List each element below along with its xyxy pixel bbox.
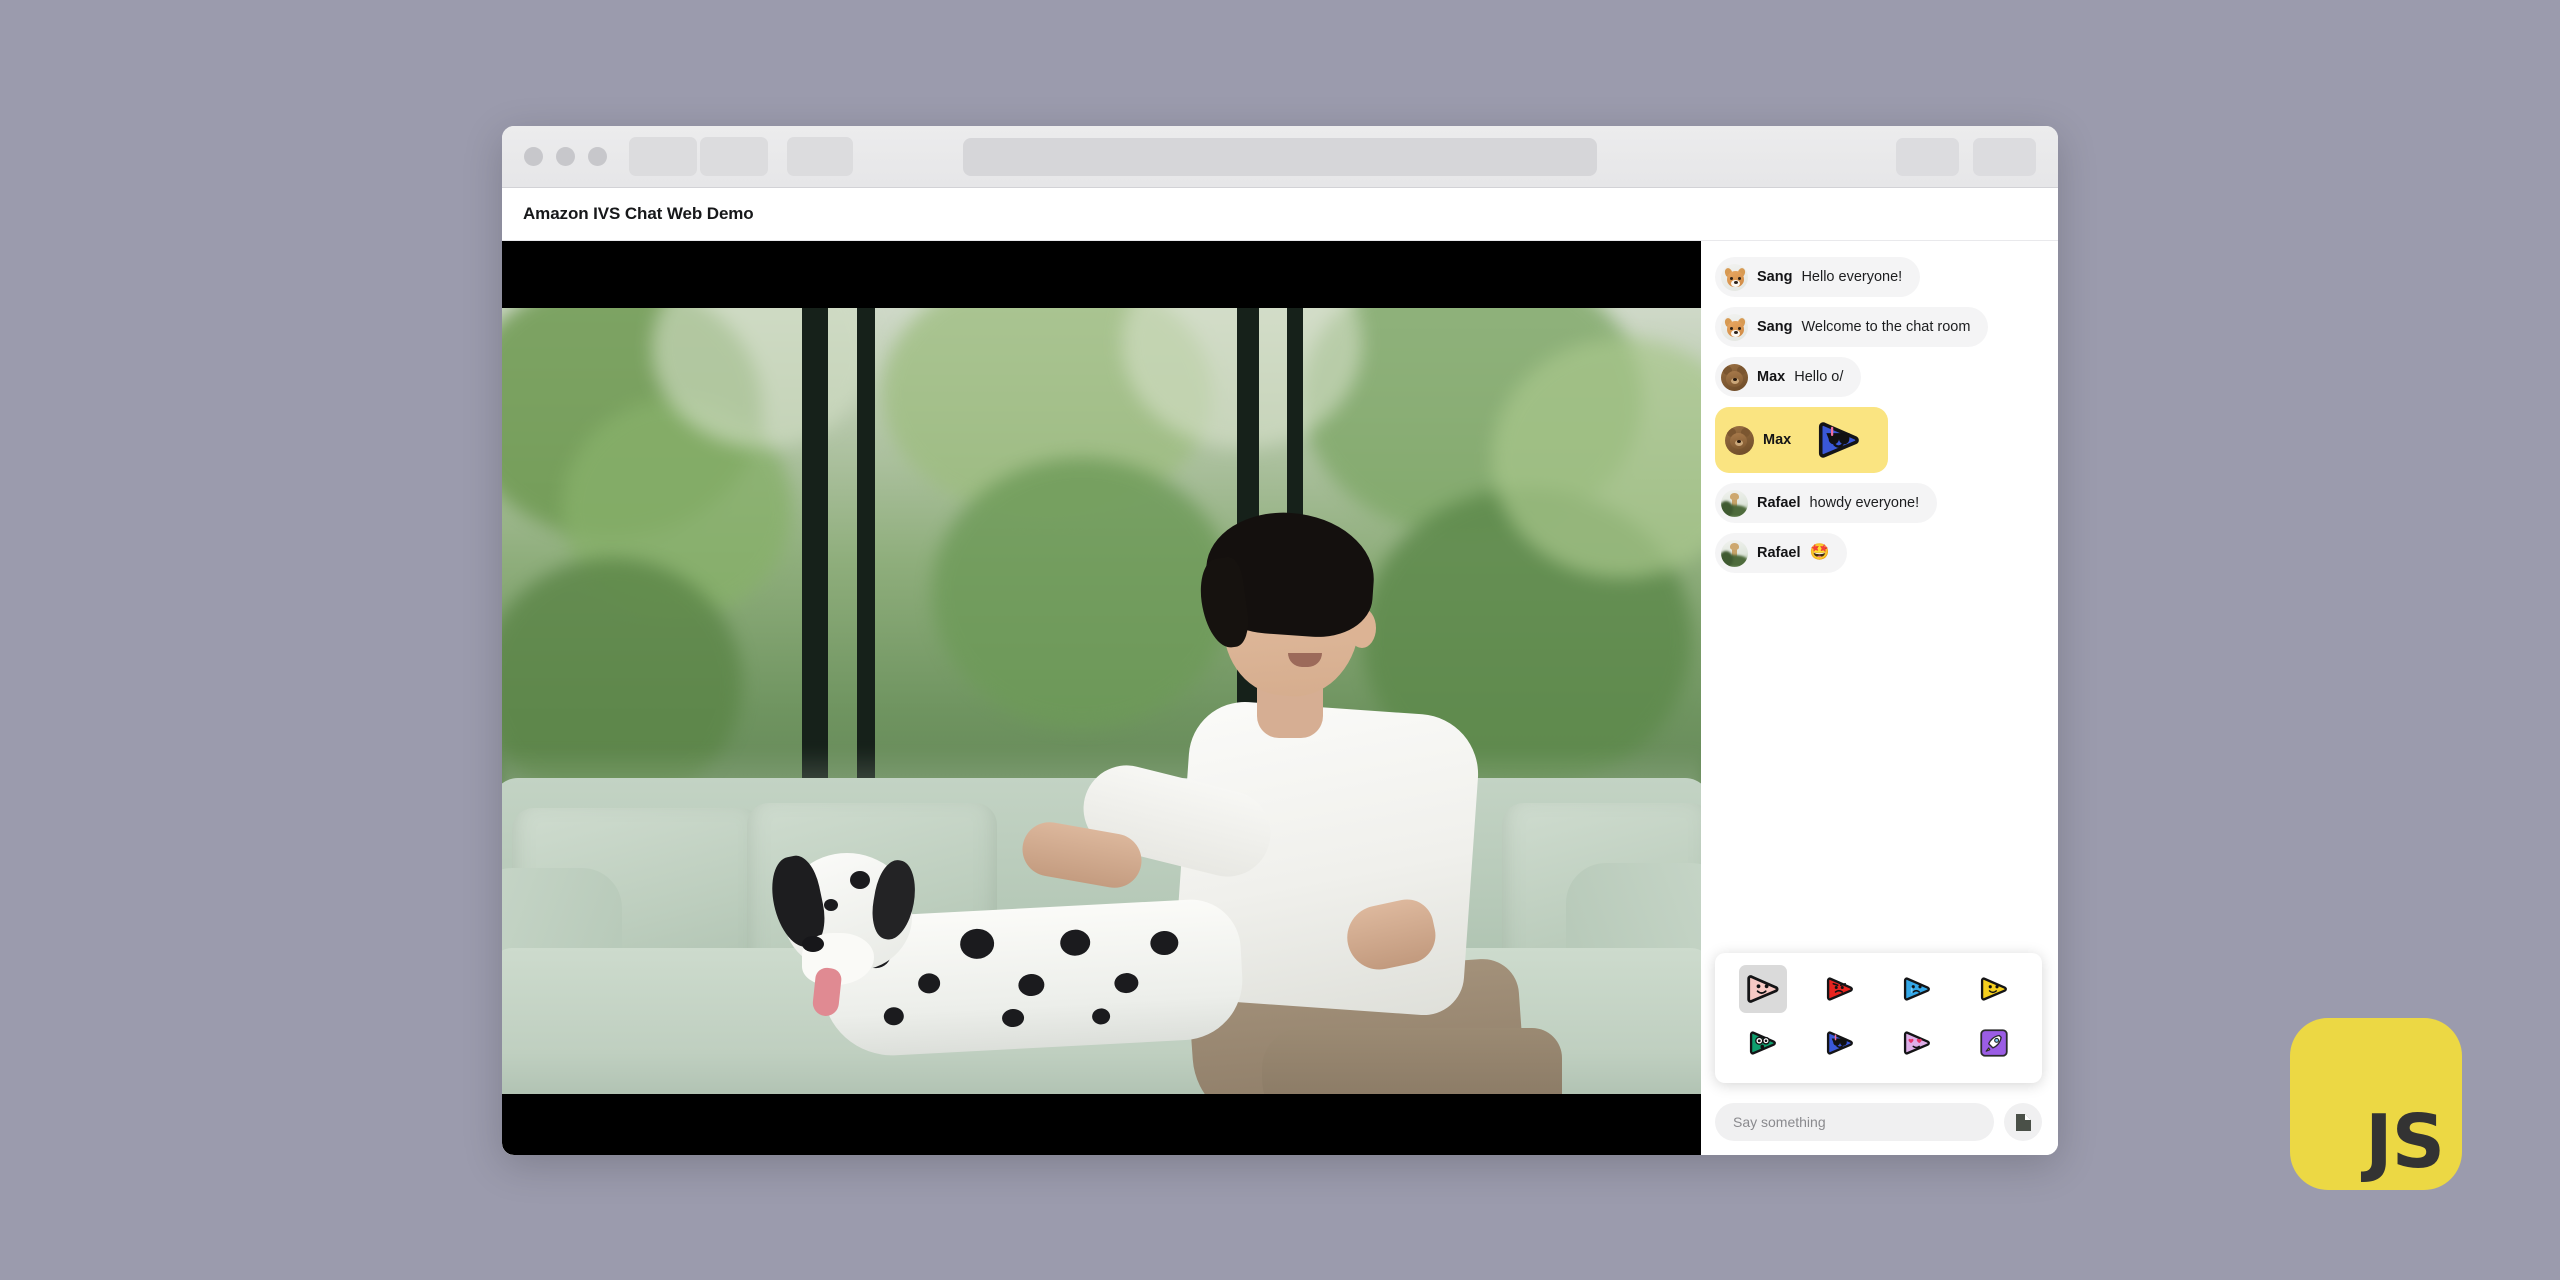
emote-yellow-smile[interactable]: [1970, 965, 2018, 1013]
chat-message-sticker: [1816, 417, 1862, 463]
dog-spot: [1149, 930, 1179, 956]
emote-play-icon: [1747, 975, 1779, 1003]
emote-play-icon: [1827, 1031, 1854, 1055]
dog-spot: [1059, 928, 1091, 957]
dog-nose: [802, 936, 824, 952]
emote-blue-cool[interactable]: [1816, 1019, 1864, 1067]
dog-spot: [824, 899, 838, 911]
document-icon: [2015, 1113, 2031, 1131]
chat-message-input[interactable]: [1715, 1103, 1994, 1141]
address-bar[interactable]: [963, 137, 1597, 176]
dog-spot: [917, 972, 941, 994]
avatar: [1721, 263, 1748, 291]
chat-message[interactable]: Max Hello o/: [1715, 357, 1862, 397]
app-header: Amazon IVS Chat Web Demo: [502, 188, 2058, 241]
chat-message-author: Rafael: [1757, 495, 1801, 511]
chat-message[interactable]: Rafael 🤩: [1715, 533, 1848, 573]
toolbar-button-1[interactable]: [1896, 137, 1959, 176]
emote-play-icon: [1827, 977, 1854, 1001]
maximize-window-button[interactable]: [588, 147, 607, 166]
foliage-5: [932, 458, 1232, 728]
chat-message-text: Hello o/: [1794, 369, 1844, 385]
app-body: Sang Hello everyone! Sang Welcome to the ch…: [502, 241, 2058, 1155]
chat-message-author: Sang: [1757, 269, 1793, 285]
emote-green-shock[interactable]: [1739, 1019, 1787, 1067]
emote-picker-panel[interactable]: [1715, 953, 2042, 1083]
avatar: [1721, 489, 1748, 517]
emote-play-icon: [1903, 1031, 1930, 1055]
emote-purple-rocket[interactable]: [1970, 1019, 2018, 1067]
chat-message-author: Rafael: [1757, 545, 1801, 561]
minimize-window-button[interactable]: [556, 147, 575, 166]
browser-tab-3[interactable]: [787, 137, 853, 176]
dog-spot: [883, 1006, 905, 1026]
emote-grid: [1725, 965, 2032, 1067]
chat-message-text: 🤩: [1809, 544, 1830, 561]
emote-pink-smile[interactable]: [1739, 965, 1788, 1013]
close-window-button[interactable]: [524, 147, 543, 166]
chat-message-author: Max: [1757, 369, 1786, 385]
chat-message-text: Hello everyone!: [1801, 269, 1903, 285]
browser-tab-1[interactable]: [629, 137, 697, 176]
page-title: Amazon IVS Chat Web Demo: [523, 204, 754, 223]
toolbar-actions: [1896, 137, 2036, 176]
window-traffic-lights: [524, 147, 607, 166]
chat-composer: [1715, 1103, 2042, 1141]
avatar: [1725, 425, 1754, 455]
emote-play-icon: [1750, 1031, 1777, 1055]
dog-spot: [850, 871, 870, 889]
emote-pink-love[interactable]: [1893, 1019, 1941, 1067]
emote-play-icon: [1819, 422, 1860, 458]
dog-spot: [959, 927, 995, 960]
chat-message[interactable]: Sang Welcome to the chat room: [1715, 307, 1989, 347]
emote-blue-sad[interactable]: [1893, 965, 1941, 1013]
emote-play-icon: [1903, 977, 1930, 1001]
javascript-logo-text: JS: [2365, 1098, 2445, 1185]
browser-toolbar: [502, 126, 2058, 188]
avatar: [1721, 539, 1748, 567]
chat-message-text: howdy everyone!: [1809, 495, 1920, 511]
dog-spot: [1091, 1007, 1111, 1025]
avatar: [1721, 313, 1748, 341]
toolbar-button-2[interactable]: [1973, 137, 2036, 176]
emote-red-angry[interactable]: [1816, 965, 1864, 1013]
chat-message-text: Welcome to the chat room: [1801, 319, 1971, 335]
dog-spot: [1001, 1008, 1025, 1028]
chat-message[interactable]: Rafael howdy everyone!: [1715, 483, 1938, 523]
chat-message[interactable]: Sang Hello everyone!: [1715, 257, 1921, 297]
chat-panel: Sang Hello everyone! Sang Welcome to the ch…: [1701, 241, 2058, 1155]
javascript-logo-badge: JS: [2290, 1018, 2462, 1190]
browser-tab-2[interactable]: [700, 137, 768, 176]
emote-rocket-icon: [1979, 1029, 2008, 1057]
chat-message-author: Max: [1763, 432, 1792, 448]
dog-spot: [1113, 972, 1139, 994]
video-scene: [502, 308, 1701, 1094]
avatar: [1721, 363, 1748, 391]
chat-message[interactable]: Max: [1715, 407, 1889, 473]
dog-spot: [1017, 973, 1045, 997]
video-player[interactable]: [502, 241, 1701, 1155]
video-frame: [502, 308, 1701, 1094]
browser-window: Amazon IVS Chat Web Demo Sang Hello ever…: [502, 126, 2058, 1155]
man-leg-2: [1262, 1028, 1562, 1094]
browser-tab-strip: [629, 137, 853, 176]
chat-message-author: Sang: [1757, 319, 1793, 335]
emote-play-icon: [1980, 977, 2007, 1001]
sticker-picker-button[interactable]: [2004, 1103, 2042, 1141]
